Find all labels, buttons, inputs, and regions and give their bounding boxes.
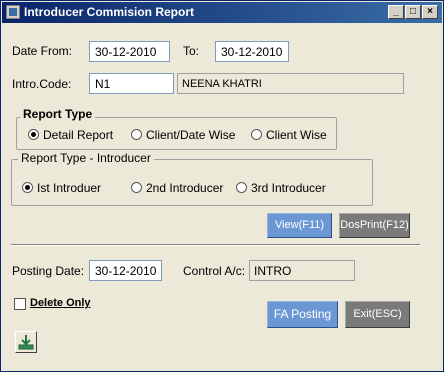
intro-code-label: Intro.Code: [12, 77, 72, 91]
radio-second-introducer[interactable]: 2nd Introducer [131, 180, 223, 196]
radio-first-introducer[interactable]: Ist Introduer [22, 180, 101, 196]
view-button[interactable]: View(F11) [267, 213, 332, 238]
radio-icon [131, 129, 142, 141]
radio-icon [236, 182, 247, 194]
delete-only-label[interactable]: Delete Only [30, 297, 91, 309]
close-button[interactable]: × [422, 5, 438, 19]
maximize-button[interactable]: □ [405, 5, 421, 19]
radio-selected-icon [28, 129, 39, 141]
download-icon [18, 335, 34, 350]
radio-third-introducer[interactable]: 3rd Introducer [236, 180, 326, 196]
download-button[interactable] [15, 331, 37, 353]
date-to-input[interactable]: 30-12-2010 [215, 41, 289, 62]
report-type-introducer-legend: Report Type - Introducer [18, 151, 154, 165]
title-bar[interactable]: Introducer Commision Report _ □ × [2, 2, 442, 23]
posting-date-label: Posting Date: [12, 264, 85, 278]
radio-selected-icon [22, 182, 33, 194]
radio-client-date-wise[interactable]: Client/Date Wise [131, 127, 235, 143]
report-window: Introducer Commision Report _ □ × Date F… [0, 0, 444, 372]
fa-posting-button[interactable]: FA Posting [267, 301, 338, 328]
minimize-button[interactable]: _ [388, 5, 404, 19]
window-title: Introducer Commision Report [24, 5, 195, 19]
control-ac-label: Control A/c: [183, 264, 246, 278]
radio-icon [131, 182, 142, 194]
radio-client-wise[interactable]: Client Wise [251, 127, 327, 143]
exit-button[interactable]: Exit(ESC) [345, 301, 410, 328]
separator [11, 244, 420, 246]
posting-date-input[interactable]: 30-12-2010 [89, 260, 162, 281]
to-label: To: [183, 44, 200, 58]
delete-only-checkbox[interactable] [14, 298, 26, 310]
intro-name-field: NEENA KHATRI [177, 73, 404, 94]
date-from-label: Date From: [12, 44, 73, 58]
report-type-legend: Report Type [20, 107, 96, 121]
date-from-input[interactable]: 30-12-2010 [89, 41, 170, 62]
dosprint-button[interactable]: DosPrint(F12) [339, 213, 410, 238]
app-icon [6, 5, 20, 19]
control-ac-field: INTRO [249, 260, 355, 281]
radio-detail-report[interactable]: Detail Report [28, 127, 113, 143]
radio-icon [251, 129, 262, 141]
intro-code-input[interactable]: N1 [89, 73, 174, 94]
